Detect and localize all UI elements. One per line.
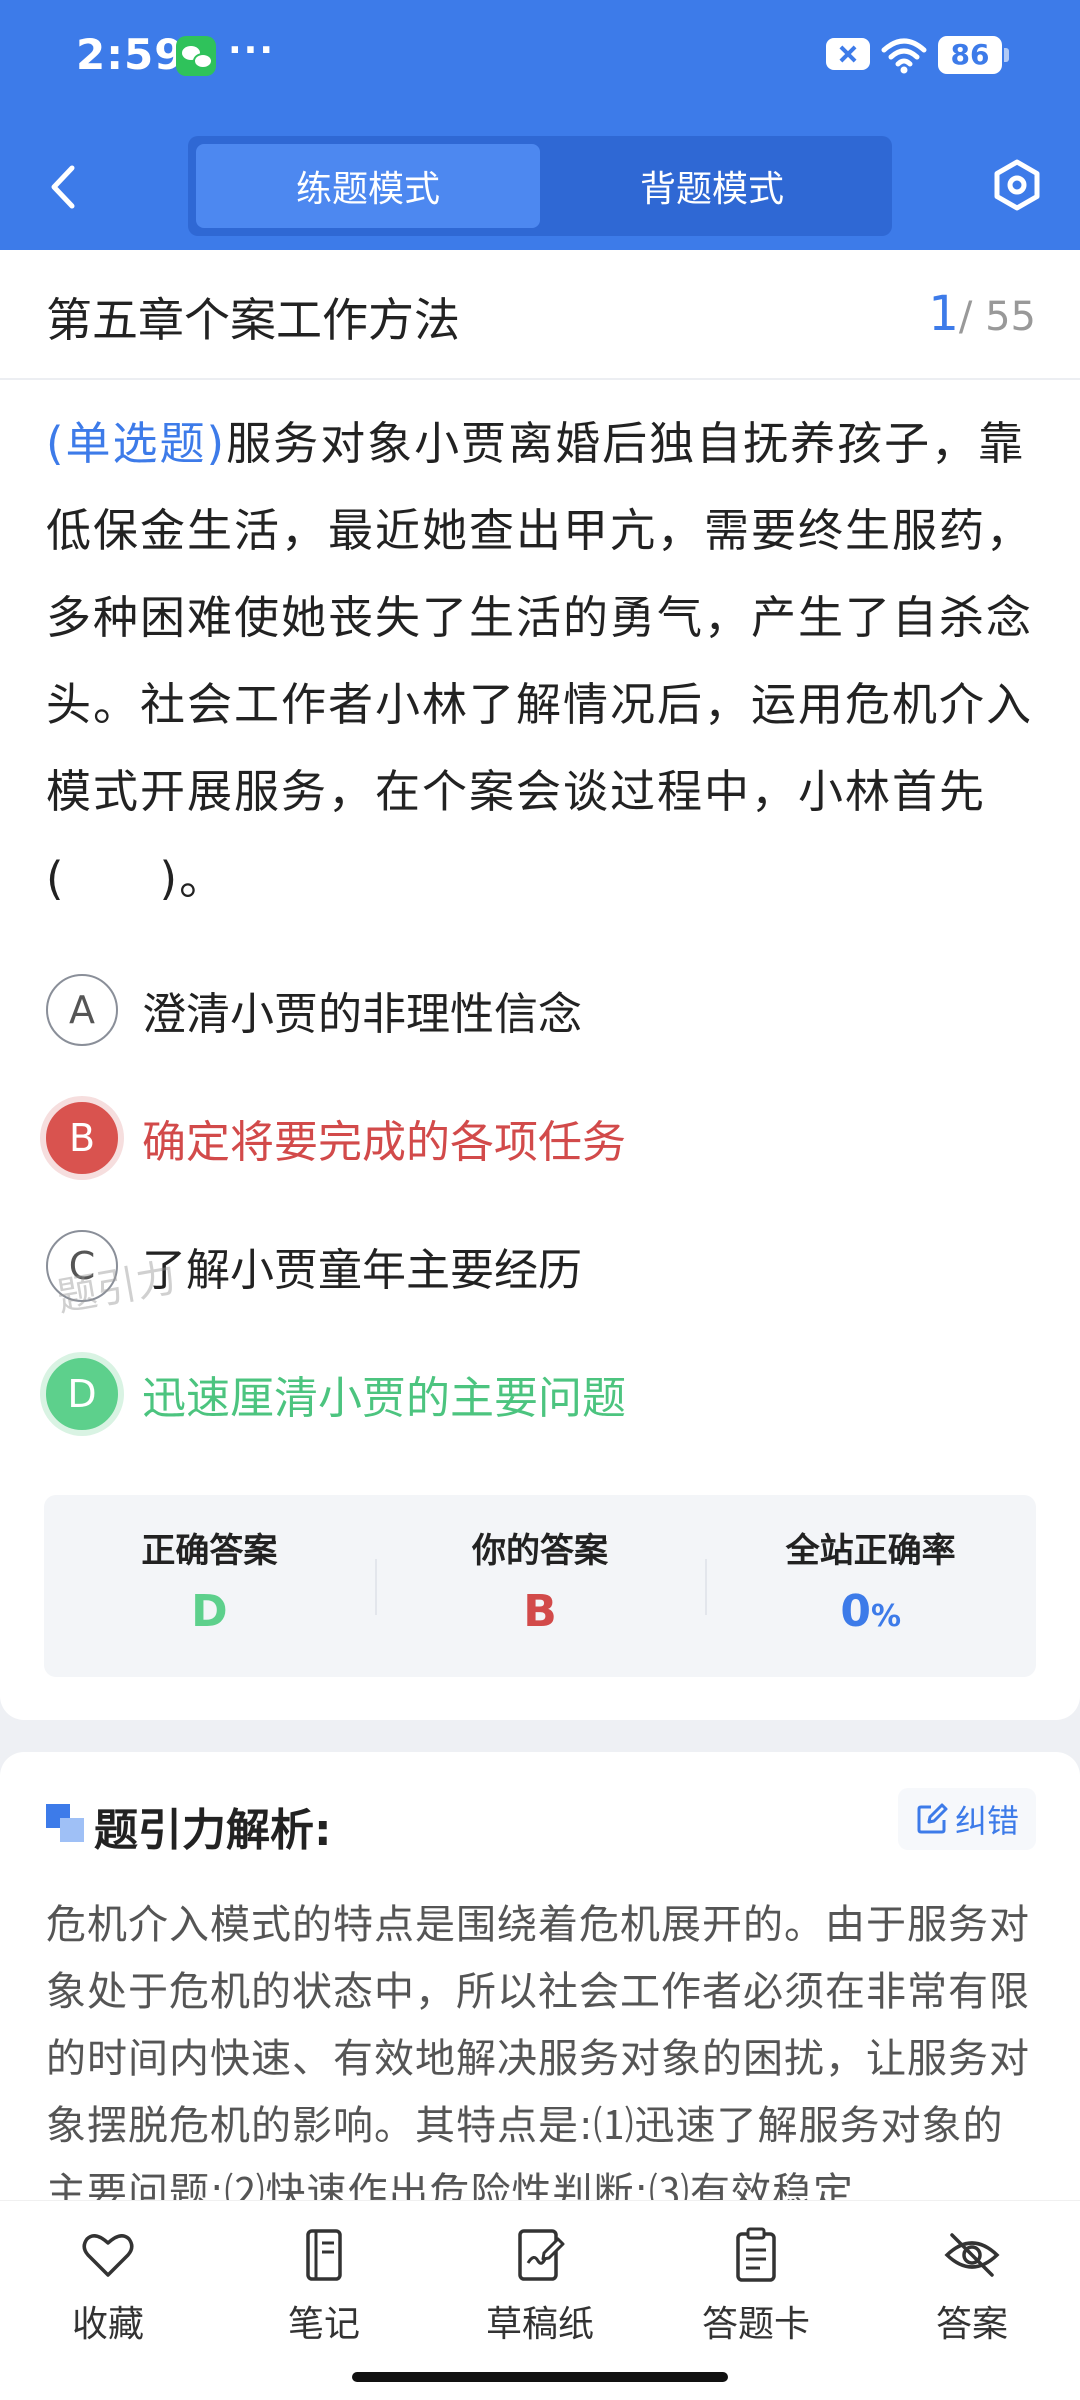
question-body: 服务对象小贾离婚后独自抚养孩子，靠低保金生活，最近她查出甲亢，需要终生服药，多种… (46, 417, 1034, 905)
current-question-number: 1 (928, 286, 959, 342)
wechat-icon (176, 36, 216, 76)
report-error-label: 纠错 (954, 1802, 1019, 1840)
report-error-button[interactable]: 纠错 (898, 1788, 1036, 1850)
status-bar: 2:59 ··· 86 (0, 30, 1080, 90)
accuracy-stat: 全站正确率 0% (705, 1495, 1036, 1677)
analysis-squares-icon (46, 1804, 84, 1842)
back-arrow-icon[interactable] (44, 162, 84, 212)
total-questions: / 55 (958, 294, 1036, 340)
accuracy-value: 0% (705, 1586, 1036, 1637)
accuracy-label: 全站正确率 (785, 1531, 956, 1571)
nav-favorite[interactable]: 收藏 (0, 2201, 216, 2400)
answer-stats: 正确答案 D 你的答案 B 全站正确率 0% (44, 1495, 1036, 1677)
analysis-title: 题引力解析: (94, 1805, 332, 1856)
clipboard-icon (736, 2227, 776, 2282)
option-letter: B (46, 1102, 118, 1174)
status-time: 2:59 (76, 30, 185, 79)
nav-draft[interactable]: 草稿纸 (432, 2201, 648, 2400)
option-text: 了解小贾童年主要经历 (142, 1245, 582, 1296)
wifi-icon (881, 38, 927, 74)
bottom-toolbar: 收藏 笔记 草稿纸 答题卡 答案 (0, 2200, 1080, 2400)
home-indicator[interactable] (352, 2372, 728, 2382)
nav-label: 收藏 (71, 2304, 144, 2345)
question-card: 第五章个案工作方法 1/ 55 (单选题)服务对象小贾离婚后独自抚养孩子，靠低保… (0, 250, 1080, 1720)
question-type: (单选题) (46, 417, 227, 470)
option-a[interactable]: A 澄清小贾的非理性信念 (46, 970, 1026, 1050)
nav-answer[interactable]: 答案 (864, 2201, 1080, 2400)
settings-gear-icon[interactable] (990, 158, 1044, 212)
accuracy-number: 0 (840, 1586, 871, 1637)
option-c[interactable]: C 了解小贾童年主要经历 (46, 1226, 1026, 1306)
correct-answer-stat: 正确答案 D (44, 1495, 375, 1677)
tab-practice-mode[interactable]: 练题模式 (196, 144, 540, 228)
nav-label: 笔记 (287, 2304, 360, 2345)
option-text: 迅速厘清小贾的主要问题 (142, 1373, 626, 1424)
more-notifications-icon: ··· (228, 30, 276, 71)
heart-icon (82, 2234, 134, 2277)
correct-answer-value: D (191, 1586, 228, 1637)
no-sim-icon (826, 38, 870, 70)
your-answer-value: B (523, 1586, 557, 1637)
tab-memorize-mode[interactable]: 背题模式 (540, 144, 884, 228)
top-header: 2:59 ··· 86 练题模式 背题模式 (0, 0, 1080, 250)
chapter-header: 第五章个案工作方法 1/ 55 (0, 250, 1080, 380)
nav-notes[interactable]: 笔记 (216, 2201, 432, 2400)
option-text: 澄清小贾的非理性信念 (142, 989, 582, 1040)
correct-answer-label: 正确答案 (141, 1531, 278, 1571)
analysis-text: 危机介入模式的特点是围绕着危机展开的。由于服务对象处于危机的状态中，所以社会工作… (46, 1902, 1030, 2212)
nav-label: 草稿纸 (485, 2304, 594, 2345)
question-counter: 1/ 55 (928, 286, 1036, 342)
option-letter: D (46, 1358, 118, 1430)
draft-icon (518, 2229, 565, 2281)
option-b[interactable]: B 确定将要完成的各项任务 (46, 1098, 1026, 1178)
nav-label: 答题卡 (701, 2304, 810, 2345)
your-answer-label: 你的答案 (472, 1531, 608, 1571)
option-letter: A (46, 974, 118, 1046)
edit-icon (917, 1803, 948, 1834)
notebook-icon (306, 2229, 342, 2281)
question-text: (单选题)服务对象小贾离婚后独自抚养孩子，靠低保金生活，最近她查出甲亢，需要终生… (46, 400, 1036, 922)
accuracy-unit: % (870, 1599, 902, 1634)
option-d[interactable]: D 迅速厘清小贾的主要问题 (46, 1354, 1026, 1434)
nav-label: 答案 (935, 2304, 1008, 2345)
eye-off-icon (944, 2233, 1000, 2277)
analysis-card: 题引力解析: 纠错 危机介入模式的特点是围绕着危机展开的。由于服务对象处于危机的… (0, 1752, 1080, 2212)
mode-switch: 练题模式 背题模式 (188, 136, 892, 236)
chapter-title: 第五章个案工作方法 (46, 293, 460, 347)
battery-indicator: 86 (938, 36, 1009, 74)
option-text: 确定将要完成的各项任务 (142, 1117, 626, 1168)
your-answer-stat: 你的答案 B (374, 1495, 706, 1677)
nav-answer-sheet[interactable]: 答题卡 (648, 2201, 864, 2400)
